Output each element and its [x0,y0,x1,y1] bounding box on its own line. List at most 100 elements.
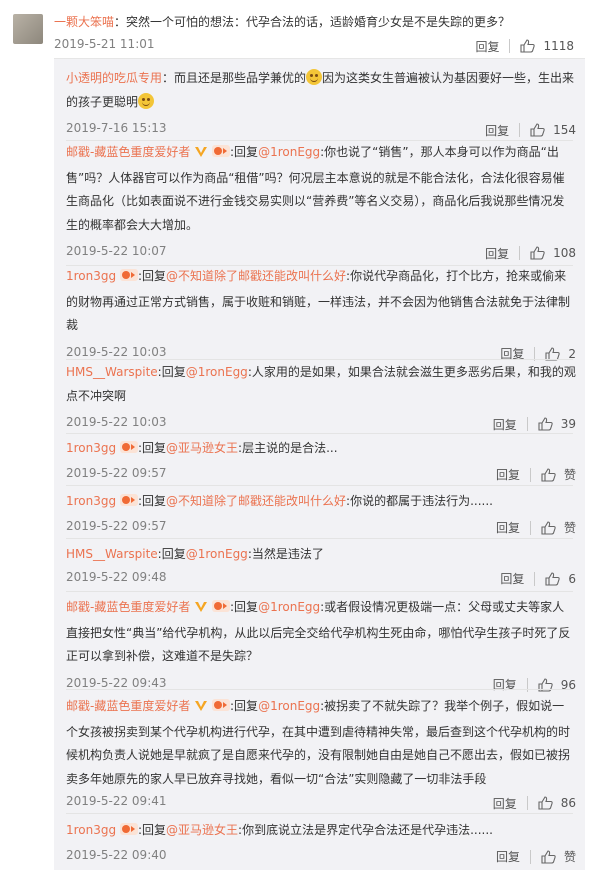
comment-actions: 回复 96 [493,675,576,695]
mention-link[interactable]: @1ronEgg [258,600,320,614]
like-count: 赞 [563,521,576,535]
divider [526,417,528,431]
comment-meta: 2019-5-22 09:41 回复 86 [66,793,576,813]
reply-body: :你到底说立法是界定代孕合法还是代孕违法...... [238,823,493,837]
member-badge-icon [212,598,230,622]
reply-prefix: 回复 [234,699,259,713]
reply-text: 邮戳-藏蓝色重度爱好者 :回复@1ronEgg:或者假设情况更极端一点：父母或丈… [66,598,571,663]
reply-button[interactable]: 回复 [493,416,517,433]
verified-v-icon [194,598,208,622]
timestamp: 2019-5-21 11:01 [54,37,155,51]
reply-prefix: 回复 [142,441,167,455]
author-name[interactable]: 1ron3gg [66,441,116,455]
emoji-icon [306,69,323,85]
reply-text: 1ron3gg :回复@亚马逊女王:你到底说立法是界定代孕合法还是代孕违法...… [66,819,576,845]
reply-body: :当然是违法了 [247,547,324,561]
author-name[interactable]: 1ron3gg [66,494,116,508]
mention-link[interactable]: @亚马逊女王 [166,823,238,837]
like-button[interactable]: 108 [530,246,576,260]
like-button[interactable]: 赞 [541,848,576,865]
like-button[interactable]: 39 [538,417,576,431]
reply-text: 1ron3gg :回复@不知道除了邮戳还能改叫什么好:你说的都属于违法行为...… [66,490,576,516]
reply-text: 邮戳-藏蓝色重度爱好者 :回复@1ronEgg:被拐卖了不就失踪了？我举个例子，… [66,697,571,786]
mention-link[interactable]: @1ronEgg [258,699,320,713]
verified-v-icon [194,143,208,167]
divider [519,246,521,260]
thumbs-up-icon [538,796,553,810]
author-name[interactable]: 邮戳-藏蓝色重度爱好者 [66,699,190,713]
mention-link[interactable]: @1ronEgg [186,365,248,379]
comment-meta: 2019-5-22 09:40 回复 赞 [66,847,576,867]
like-count: 赞 [563,850,576,864]
reply-button[interactable]: 回复 [500,570,524,587]
mention-link[interactable]: @1ronEgg [186,547,248,561]
row-divider [66,485,573,486]
timestamp: 2019-5-22 10:07 [66,244,167,258]
divider [509,39,511,53]
divider [529,467,531,482]
thumbs-up-icon [541,849,556,864]
author-name[interactable]: 邮戳-藏蓝色重度爱好者 [66,145,190,159]
reply-body: :你说的都属于违法行为...... [346,494,493,508]
user-avatar[interactable] [13,14,43,44]
comment-actions: 回复 86 [493,793,576,813]
comment-meta: 2019-5-22 09:48 回复 6 [66,569,576,589]
reply-item: 1ron3gg :回复@不知道除了邮戳还能改叫什么好:你说代孕商品化，打个比方，… [66,265,576,364]
mention-link[interactable]: @不知道除了邮戳还能改叫什么好 [166,494,346,508]
comment-meta: 2019-7-16 15:13 回复 154 [66,120,576,140]
member-badge-icon [212,143,230,167]
comment-meta: 2019-5-22 09:57 回复 赞 [66,465,576,485]
author-name[interactable]: HMS__Warspite [66,365,158,379]
like-button[interactable]: 赞 [541,466,576,483]
reply-button[interactable]: 回复 [475,38,499,55]
timestamp: 2019-7-16 15:13 [66,121,167,135]
like-button[interactable]: 86 [538,796,576,810]
like-button[interactable]: 154 [530,123,576,137]
like-button[interactable]: 1118 [520,39,574,53]
reply-text: 1ron3gg :回复@亚马逊女王:层主说的是合法... [66,437,576,463]
reply-item: 小透明的吃瓜专用：而且还是那些品学兼优的 因为这类女生普遍被认为基因要好一些，生出… [66,67,576,140]
mention-link[interactable]: @1ronEgg [258,145,320,159]
emoji-icon [138,92,155,109]
reply-button[interactable]: 回复 [496,848,520,865]
reply-button[interactable]: 回复 [496,466,520,483]
author-name[interactable]: 一颗大笨喵 [54,15,114,29]
author-name[interactable]: 1ron3gg [66,269,116,283]
reply-button[interactable]: 回复 [493,676,517,693]
reply-button[interactable]: 回复 [485,245,509,262]
divider [519,123,521,137]
timestamp: 2019-5-22 09:40 [66,847,167,862]
timestamp: 2019-5-22 09:43 [66,675,167,690]
verified-v-icon [194,697,208,721]
thumbs-up-icon [520,39,536,53]
comment-body: ：突然一个可怕的想法：代孕合法的话，适龄婚育少女是不是失踪的更多？ [114,15,511,29]
like-count: 86 [560,796,576,810]
thumbs-up-icon [541,467,556,482]
reply-item: 邮戳-藏蓝色重度爱好者 :回复@1ronEgg:被拐卖了不就失踪了？我举个例子，… [66,695,576,813]
like-button[interactable]: 6 [545,572,576,586]
replies-panel: 小透明的吃瓜专用：而且还是那些品学兼优的 因为这类女生普遍被认为基因要好一些，生出… [54,58,585,870]
reply-text: HMS__Warspite:回复@1ronEgg:当然是违法了 [66,547,324,561]
reply-item: HMS__Warspite:回复@1ronEgg:人家用的是如果，如果合法就会滋… [66,361,576,434]
reply-text: 邮戳-藏蓝色重度爱好者 :回复@1ronEgg:你也说了“销售”，那人本身可以作… [66,143,565,232]
timestamp: 2019-5-22 09:41 [66,794,167,808]
reply-item: 1ron3gg :回复@亚马逊女王:层主说的是合法... 2019-5-22 0… [66,437,576,485]
row-divider [66,689,573,690]
like-button[interactable]: 赞 [541,519,576,536]
author-name[interactable]: 小透明的吃瓜专用 [66,71,162,85]
reply-item: 邮戳-藏蓝色重度爱好者 :回复@1ronEgg:或者假设情况更极端一点：父母或丈… [66,596,576,695]
mention-link[interactable]: @亚马逊女王 [166,441,238,455]
author-name[interactable]: 1ron3gg [66,823,116,837]
mention-link[interactable]: @不知道除了邮戳还能改叫什么好 [166,269,346,283]
author-name[interactable]: 邮戳-藏蓝色重度爱好者 [66,600,190,614]
member-badge-icon [119,267,138,291]
reply-button[interactable]: 回复 [485,122,509,139]
thumbs-up-icon [530,246,545,260]
comment-actions: 回复 1118 [475,36,574,56]
thumbs-up-icon [541,520,556,535]
comment-actions: 回复 6 [500,569,576,589]
reply-button[interactable]: 回复 [496,519,520,536]
reply-button[interactable]: 回复 [493,795,517,812]
comment-actions: 回复 赞 [496,847,576,867]
author-name[interactable]: HMS__Warspite [66,547,158,561]
